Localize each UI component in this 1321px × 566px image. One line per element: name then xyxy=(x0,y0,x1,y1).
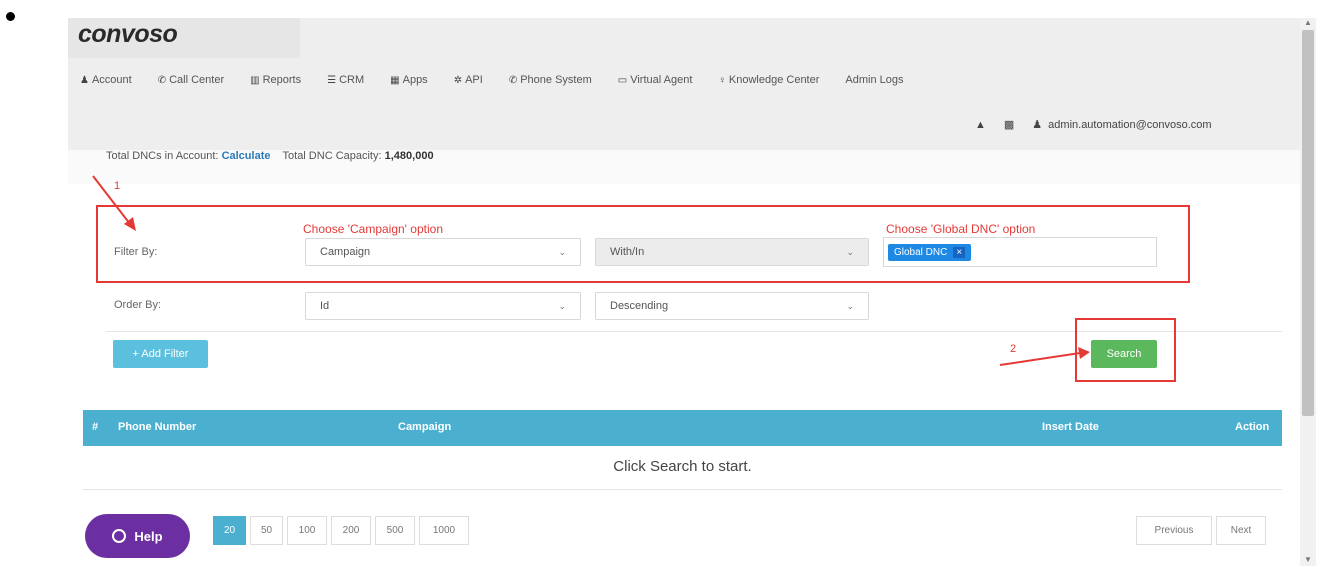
order-direction-value: Descending xyxy=(610,300,669,312)
help-label: Help xyxy=(134,528,163,544)
nav-label: Knowledge Center xyxy=(728,74,820,86)
column-header-index[interactable]: # xyxy=(92,421,98,433)
table-empty-message: Click Search to start. xyxy=(613,458,752,475)
divider xyxy=(83,489,1282,490)
capacity-value: 1,480,000 xyxy=(384,150,434,162)
page-size-option[interactable]: 100 xyxy=(287,516,327,545)
filter-operator-value: With/In xyxy=(610,246,645,258)
nav-label: Reports xyxy=(262,74,302,86)
pagination: Previous Next xyxy=(1136,516,1270,545)
list-bullet xyxy=(6,12,15,21)
nav-label: Call Center xyxy=(169,74,225,86)
chevron-down-icon: ⌄ xyxy=(846,246,854,257)
nav-label: Virtual Agent xyxy=(630,74,693,86)
gear-icon: ✲ xyxy=(453,74,463,86)
nav-item-reports[interactable]: ▥ Reports xyxy=(250,74,301,86)
nav-item-api[interactable]: ✲ API xyxy=(454,74,483,86)
nav-label: Apps xyxy=(402,74,428,86)
total-dncs-label: Total DNCs in Account: xyxy=(106,150,219,162)
monitor-icon: ▭ xyxy=(617,74,628,86)
phone-icon: ✆ xyxy=(508,74,518,86)
column-header-action: Action xyxy=(1235,421,1270,433)
chevron-down-icon: ⌄ xyxy=(558,300,566,311)
nav-item-apps[interactable]: ▦ Apps xyxy=(390,74,428,86)
trash-icon[interactable]: ▩ xyxy=(1004,118,1014,131)
tag-remove-icon[interactable]: × xyxy=(953,246,966,258)
page-size-option[interactable]: 200 xyxy=(331,516,371,545)
annotation-campaign-hint: Choose 'Campaign' option xyxy=(303,222,444,236)
list-icon: ☰ xyxy=(327,74,337,86)
order-direction-select[interactable]: Descending ⌄ xyxy=(595,292,869,320)
user-email: admin.automation@convoso.com xyxy=(1048,118,1212,131)
help-button[interactable]: Help xyxy=(85,514,190,558)
nav-label: Account xyxy=(91,74,132,86)
annotation-step-1: 1 xyxy=(114,180,121,192)
chat-bubble-icon xyxy=(112,529,127,543)
next-page-button[interactable]: Next xyxy=(1216,516,1266,545)
filter-field-value: Campaign xyxy=(320,246,371,258)
page-size-option[interactable]: 1000 xyxy=(419,516,469,545)
phone-icon: ✆ xyxy=(157,74,167,86)
user-menu[interactable]: ♟ admin.automation@convoso.com xyxy=(1032,118,1212,132)
column-header-phone-number[interactable]: Phone Number xyxy=(118,421,196,433)
column-header-campaign[interactable]: Campaign xyxy=(398,421,451,433)
calculate-link[interactable]: Calculate xyxy=(222,150,271,162)
dnc-stats: Total DNCs in Account: Calculate Total D… xyxy=(106,150,434,162)
filter-operator-select[interactable]: With/In ⌄ xyxy=(595,238,869,266)
bar-chart-icon: ▥ xyxy=(250,74,260,86)
scroll-down-icon[interactable]: ▼ xyxy=(1304,556,1312,564)
capacity-label: Total DNC Capacity: xyxy=(282,150,382,162)
page-size-option[interactable]: 50 xyxy=(250,516,283,545)
user-icon: ♟ xyxy=(1032,119,1043,131)
bell-icon[interactable]: ▲ xyxy=(975,119,986,131)
scrollbar-thumb[interactable] xyxy=(1302,30,1314,416)
selected-tag: Global DNC × xyxy=(888,243,972,261)
chevron-down-icon: ⌄ xyxy=(846,300,854,311)
annotation-global-hint: Choose 'Global DNC' option xyxy=(886,222,1036,236)
main-nav: ♟ Account ✆ Call Center ▥ Reports ☰ CRM … xyxy=(80,74,930,86)
filter-value-input[interactable]: Global DNC × xyxy=(883,237,1157,267)
nav-label: Phone System xyxy=(520,74,592,86)
page-size-option[interactable]: 500 xyxy=(375,516,415,545)
user-icon: ♟ xyxy=(80,74,89,86)
previous-page-button[interactable]: Previous xyxy=(1136,516,1212,545)
nav-item-phone-system[interactable]: ✆ Phone System xyxy=(509,74,592,86)
search-button[interactable]: Search xyxy=(1091,340,1157,368)
chevron-down-icon: ⌄ xyxy=(558,246,566,257)
order-by-label: Order By: xyxy=(114,299,162,311)
nav-label: API xyxy=(465,74,483,86)
nav-item-knowledge-center[interactable]: ♀ Knowledge Center xyxy=(718,74,819,86)
nav-item-admin-logs[interactable]: Admin Logs xyxy=(845,74,903,86)
nav-label: Admin Logs xyxy=(845,74,904,86)
page-size-option[interactable]: 20 xyxy=(213,516,246,545)
tag-label: Global DNC xyxy=(894,246,948,258)
column-header-insert-date[interactable]: Insert Date xyxy=(1042,421,1099,433)
nav-item-call-center[interactable]: ✆ Call Center xyxy=(158,74,224,86)
add-filter-button[interactable]: + Add Filter xyxy=(113,340,208,368)
filter-field-select[interactable]: Campaign ⌄ xyxy=(305,238,581,266)
brand-logo[interactable]: convoso xyxy=(78,20,178,49)
grid-icon: ▦ xyxy=(390,74,400,86)
nav-item-crm[interactable]: ☰ CRM xyxy=(327,74,364,86)
scroll-up-icon[interactable]: ▲ xyxy=(1304,19,1312,27)
filter-by-label: Filter By: xyxy=(114,246,158,258)
nav-item-account[interactable]: ♟ Account xyxy=(80,74,132,86)
table-header: # Phone Number Campaign Insert Date Acti… xyxy=(83,410,1282,446)
order-field-select[interactable]: Id ⌄ xyxy=(305,292,581,320)
order-field-value: Id xyxy=(320,300,330,312)
lightbulb-icon: ♀ xyxy=(718,74,726,86)
nav-label: CRM xyxy=(339,74,365,86)
user-area: ▲ ▩ ♟ admin.automation@convoso.com xyxy=(975,118,1212,132)
nav-item-virtual-agent[interactable]: ▭ Virtual Agent xyxy=(618,74,693,86)
page-size-selector: 20 50 100 200 500 1000 xyxy=(213,516,473,545)
